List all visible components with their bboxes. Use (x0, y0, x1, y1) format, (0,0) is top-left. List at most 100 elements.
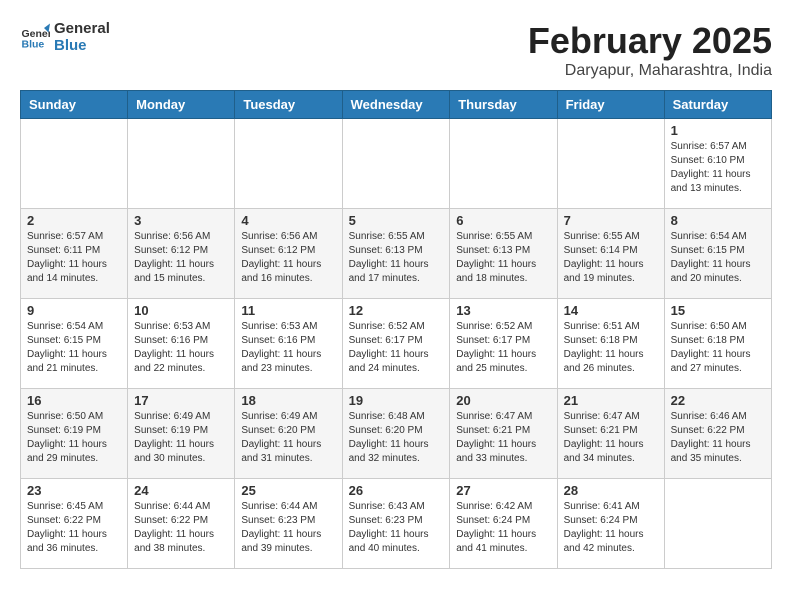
calendar-header-row: SundayMondayTuesdayWednesdayThursdayFrid… (21, 91, 772, 119)
calendar-week-row: 2Sunrise: 6:57 AM Sunset: 6:11 PM Daylig… (21, 209, 772, 299)
day-number: 28 (564, 483, 658, 498)
header-sunday: Sunday (21, 91, 128, 119)
day-number: 26 (349, 483, 444, 498)
day-number: 16 (27, 393, 121, 408)
calendar-cell: 13Sunrise: 6:52 AM Sunset: 6:17 PM Dayli… (450, 299, 557, 389)
day-info: Sunrise: 6:43 AM Sunset: 6:23 PM Dayligh… (349, 500, 444, 556)
day-number: 23 (27, 483, 121, 498)
calendar-cell: 10 Sunrise: 6:53 AM Sunset: 6:16 PM Dayli… (128, 299, 235, 389)
header-wednesday: Wednesday (342, 91, 450, 119)
day-number: 12 (349, 303, 444, 318)
calendar-cell: 15 Sunrise: 6:50 AM Sunset: 6:18 PM Dayli… (664, 299, 771, 389)
calendar-cell: 12 Sunrise: 6:52 AM Sunset: 6:17 PM Dayli… (342, 299, 450, 389)
day-info: Sunrise: 6:50 AM Sunset: 6:18 PM Dayligh… (671, 320, 765, 376)
calendar-cell: 20 Sunrise: 6:47 AM Sunset: 6:21 PM Dayli… (450, 389, 557, 479)
day-number: 21 (564, 393, 658, 408)
day-number: 14 (564, 303, 658, 318)
day-number: 18 (241, 393, 335, 408)
day-info: Sunrise: 6:57 AM Sunset: 6:10 PM Dayligh… (671, 140, 765, 196)
day-number: 17 (134, 393, 228, 408)
day-number: 22 (671, 393, 765, 408)
calendar-cell: 11 Sunrise: 6:53 AM Sunset: 6:16 PM Dayli… (235, 299, 342, 389)
logo-icon: General Blue (20, 22, 50, 52)
day-info: Sunrise: 6:49 AM Sunset: 6:19 PM Dayligh… (134, 410, 228, 466)
calendar-cell (128, 119, 235, 209)
day-number: 27 (456, 483, 550, 498)
day-info: Sunrise: 6:44 AM Sunset: 6:23 PM Dayligh… (241, 500, 335, 556)
logo: General Blue General Blue (20, 20, 110, 54)
day-info: Sunrise: 6:49 AM Sunset: 6:20 PM Dayligh… (241, 410, 335, 466)
calendar-week-row: 23 Sunrise: 6:45 AM Sunset: 6:22 PM Dayli… (21, 479, 772, 569)
calendar-cell: 23 Sunrise: 6:45 AM Sunset: 6:22 PM Dayli… (21, 479, 128, 569)
calendar-cell (664, 479, 771, 569)
day-info: Sunrise: 6:55 AM Sunset: 6:14 PM Dayligh… (564, 230, 658, 286)
calendar-cell: 1 Sunrise: 6:57 AM Sunset: 6:10 PM Daylig… (664, 119, 771, 209)
day-number: 9 (27, 303, 121, 318)
day-info: Sunrise: 6:47 AM Sunset: 6:21 PM Dayligh… (456, 410, 550, 466)
day-number: 15 (671, 303, 765, 318)
day-number: 4 (241, 213, 335, 228)
calendar-cell: 7 Sunrise: 6:55 AM Sunset: 6:14 PM Daylig… (557, 209, 664, 299)
day-info: Sunrise: 6:52 AM Sunset: 6:17 PM Dayligh… (456, 320, 550, 376)
day-number: 7 (564, 213, 658, 228)
day-info: Sunrise: 6:50 AM Sunset: 6:19 PM Dayligh… (27, 410, 121, 466)
day-info: Sunrise: 6:52 AM Sunset: 6:17 PM Dayligh… (349, 320, 444, 376)
calendar-cell: 21 Sunrise: 6:47 AM Sunset: 6:21 PM Dayli… (557, 389, 664, 479)
calendar-cell: 2Sunrise: 6:57 AM Sunset: 6:11 PM Daylig… (21, 209, 128, 299)
calendar-cell: 8Sunrise: 6:54 AM Sunset: 6:15 PM Daylig… (664, 209, 771, 299)
header-section: General Blue General Blue February 2025 … (20, 20, 772, 80)
header-monday: Monday (128, 91, 235, 119)
calendar-cell: 28 Sunrise: 6:41 AM Sunset: 6:24 PM Dayli… (557, 479, 664, 569)
header-friday: Friday (557, 91, 664, 119)
day-number: 1 (671, 123, 765, 138)
calendar-subtitle: Daryapur, Maharashtra, India (528, 62, 772, 80)
calendar-cell: 9 Sunrise: 6:54 AM Sunset: 6:15 PM Daylig… (21, 299, 128, 389)
calendar-cell: 24 Sunrise: 6:44 AM Sunset: 6:22 PM Dayli… (128, 479, 235, 569)
calendar-cell: 6Sunrise: 6:55 AM Sunset: 6:13 PM Daylig… (450, 209, 557, 299)
title-section: February 2025 Daryapur, Maharashtra, Ind… (528, 20, 772, 80)
day-number: 11 (241, 303, 335, 318)
calendar-week-row: 9 Sunrise: 6:54 AM Sunset: 6:15 PM Daylig… (21, 299, 772, 389)
day-info: Sunrise: 6:55 AM Sunset: 6:13 PM Dayligh… (349, 230, 444, 286)
header-saturday: Saturday (664, 91, 771, 119)
day-info: Sunrise: 6:56 AM Sunset: 6:12 PM Dayligh… (241, 230, 335, 286)
day-number: 24 (134, 483, 228, 498)
header-tuesday: Tuesday (235, 91, 342, 119)
logo-text-line1: General (54, 20, 110, 37)
day-info: Sunrise: 6:42 AM Sunset: 6:24 PM Dayligh… (456, 500, 550, 556)
day-info: Sunrise: 6:53 AM Sunset: 6:16 PM Dayligh… (241, 320, 335, 376)
calendar-cell: 19 Sunrise: 6:48 AM Sunset: 6:20 PM Dayli… (342, 389, 450, 479)
svg-text:Blue: Blue (22, 39, 45, 51)
day-info: Sunrise: 6:47 AM Sunset: 6:21 PM Dayligh… (564, 410, 658, 466)
calendar-cell: 27 Sunrise: 6:42 AM Sunset: 6:24 PM Dayli… (450, 479, 557, 569)
calendar-cell (557, 119, 664, 209)
calendar-title: February 2025 (528, 20, 772, 62)
day-number: 10 (134, 303, 228, 318)
calendar-cell: 18 Sunrise: 6:49 AM Sunset: 6:20 PM Dayli… (235, 389, 342, 479)
calendar-cell (342, 119, 450, 209)
logo-text-line2: Blue (54, 37, 110, 54)
day-number: 6 (456, 213, 550, 228)
day-info: Sunrise: 6:48 AM Sunset: 6:20 PM Dayligh… (349, 410, 444, 466)
day-number: 19 (349, 393, 444, 408)
day-number: 5 (349, 213, 444, 228)
calendar-table: SundayMondayTuesdayWednesdayThursdayFrid… (20, 90, 772, 569)
day-number: 8 (671, 213, 765, 228)
day-number: 25 (241, 483, 335, 498)
calendar-cell: 25 Sunrise: 6:44 AM Sunset: 6:23 PM Dayli… (235, 479, 342, 569)
day-info: Sunrise: 6:44 AM Sunset: 6:22 PM Dayligh… (134, 500, 228, 556)
calendar-week-row: 1 Sunrise: 6:57 AM Sunset: 6:10 PM Daylig… (21, 119, 772, 209)
day-info: Sunrise: 6:53 AM Sunset: 6:16 PM Dayligh… (134, 320, 228, 376)
calendar-cell: 3Sunrise: 6:56 AM Sunset: 6:12 PM Daylig… (128, 209, 235, 299)
calendar-cell: 16 Sunrise: 6:50 AM Sunset: 6:19 PM Dayli… (21, 389, 128, 479)
day-info: Sunrise: 6:41 AM Sunset: 6:24 PM Dayligh… (564, 500, 658, 556)
calendar-cell (450, 119, 557, 209)
day-info: Sunrise: 6:51 AM Sunset: 6:18 PM Dayligh… (564, 320, 658, 376)
day-number: 20 (456, 393, 550, 408)
header-thursday: Thursday (450, 91, 557, 119)
day-info: Sunrise: 6:46 AM Sunset: 6:22 PM Dayligh… (671, 410, 765, 466)
calendar-cell: 4 Sunrise: 6:56 AM Sunset: 6:12 PM Daylig… (235, 209, 342, 299)
day-info: Sunrise: 6:56 AM Sunset: 6:12 PM Dayligh… (134, 230, 228, 286)
day-info: Sunrise: 6:45 AM Sunset: 6:22 PM Dayligh… (27, 500, 121, 556)
day-info: Sunrise: 6:54 AM Sunset: 6:15 PM Dayligh… (27, 320, 121, 376)
